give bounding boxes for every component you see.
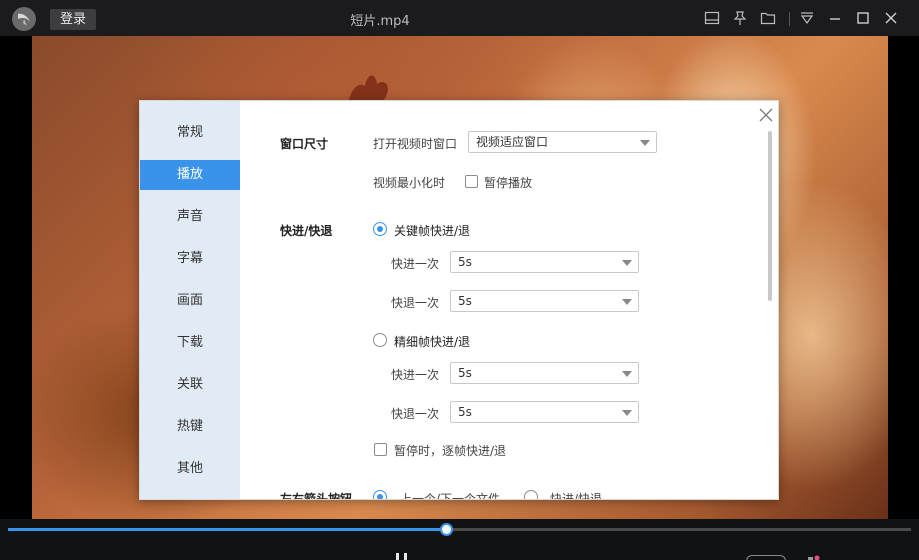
fine-back-value: 5s — [458, 405, 472, 419]
keyframe-back-label: 快退一次 — [391, 296, 440, 310]
chevron-down-icon — [622, 299, 632, 305]
progress-knob[interactable] — [439, 523, 453, 536]
screenshot-icon[interactable] — [704, 10, 720, 26]
open-video-label: 打开视频时窗口 — [373, 137, 458, 151]
nav-item-picture[interactable]: 画面 — [140, 286, 240, 316]
pause-on-minimize-checkbox[interactable] — [465, 175, 478, 188]
close-icon[interactable] — [883, 10, 899, 26]
folder-icon[interactable] — [760, 10, 776, 26]
open-video-window-value: 视频适应窗口 — [476, 135, 549, 149]
fine-frame-seek-label: 精细帧快进/退 — [394, 335, 471, 349]
nav-item-download[interactable]: 下载 — [140, 328, 240, 358]
maximize-icon[interactable] — [855, 10, 871, 26]
login-button[interactable]: 登录 — [50, 9, 96, 30]
keyframe-forward-value: 5s — [458, 255, 472, 269]
fine-back-select[interactable]: 5s — [450, 401, 639, 423]
arrow-keys-seek-label: 快进/快退 — [550, 492, 603, 500]
arrow-keys-seek-radio[interactable] — [524, 490, 538, 499]
keyframe-seek-label: 关键帧快进/退 — [394, 224, 471, 238]
settings-dialog: 常规 播放 声音 字幕 画面 下载 关联 热键 其他 窗口尺寸 打开视频时窗口 … — [139, 100, 779, 500]
chevron-down-icon — [622, 410, 632, 416]
menu-icon[interactable] — [799, 10, 815, 26]
dialog-close-icon[interactable] — [758, 107, 774, 123]
nav-item-general[interactable]: 常规 — [140, 118, 240, 148]
keyframe-back-select[interactable]: 5s — [450, 290, 639, 312]
settings-scrollbar[interactable] — [768, 131, 772, 301]
keyframe-forward-select[interactable]: 5s — [450, 251, 639, 273]
control-bar — [0, 519, 919, 560]
open-video-window-select[interactable]: 视频适应窗口 — [468, 131, 657, 153]
progress-track[interactable] — [8, 523, 911, 536]
fine-frame-seek-radio[interactable] — [373, 333, 387, 347]
window-size-label: 窗口尺寸 — [280, 137, 329, 151]
nav-item-hotkeys[interactable]: 热键 — [140, 412, 240, 442]
fine-forward-value: 5s — [458, 366, 472, 380]
settings-nav: 常规 播放 声音 字幕 画面 下载 关联 热键 其他 — [140, 101, 240, 499]
nav-item-audio[interactable]: 声音 — [140, 202, 240, 232]
pause-icon[interactable] — [395, 553, 411, 560]
chevron-down-icon — [622, 371, 632, 377]
app-logo-icon[interactable] — [12, 7, 36, 31]
minimize-label: 视频最小化时 — [373, 176, 446, 190]
arrow-keys-label: 左右箭头按钮 — [280, 492, 353, 500]
paused-step-checkbox[interactable] — [374, 443, 387, 456]
settings-content: 窗口尺寸 打开视频时窗口 视频适应窗口 视频最小化时 暂停播放 快进/快退 关键… — [240, 101, 778, 500]
keyframe-back-value: 5s — [458, 294, 472, 308]
progress-fill — [8, 528, 446, 531]
seek-label: 快进/快退 — [280, 224, 333, 238]
nav-item-other[interactable]: 其他 — [140, 454, 240, 484]
minimize-icon[interactable] — [827, 10, 843, 26]
video-letterbox-right — [888, 36, 919, 519]
paused-step-label: 暂停时，逐帧快进/退 — [394, 444, 507, 458]
fine-forward-label: 快进一次 — [391, 368, 440, 382]
arrow-keys-file-label: 上一个/下一个文件 — [400, 492, 501, 500]
fine-forward-select[interactable]: 5s — [450, 362, 639, 384]
arrow-keys-file-radio[interactable] — [373, 490, 387, 499]
pin-icon[interactable] — [732, 10, 748, 26]
playlist-button[interactable] — [746, 555, 786, 560]
nav-item-playback[interactable]: 播放 — [140, 160, 240, 190]
fine-back-label: 快退一次 — [391, 407, 440, 421]
volume-icon[interactable] — [806, 555, 820, 560]
chevron-down-icon — [640, 140, 650, 146]
title-bar: 登录 短片.mp4 — [0, 0, 919, 36]
titlebar-divider — [789, 12, 790, 26]
window-title: 短片.mp4 — [350, 14, 410, 29]
nav-item-association[interactable]: 关联 — [140, 370, 240, 400]
keyframe-forward-label: 快进一次 — [391, 257, 440, 271]
chevron-down-icon — [622, 260, 632, 266]
nav-item-subtitle[interactable]: 字幕 — [140, 244, 240, 274]
pause-on-minimize-label: 暂停播放 — [484, 176, 533, 190]
keyframe-seek-radio[interactable] — [373, 222, 387, 236]
video-letterbox-left — [0, 36, 32, 519]
